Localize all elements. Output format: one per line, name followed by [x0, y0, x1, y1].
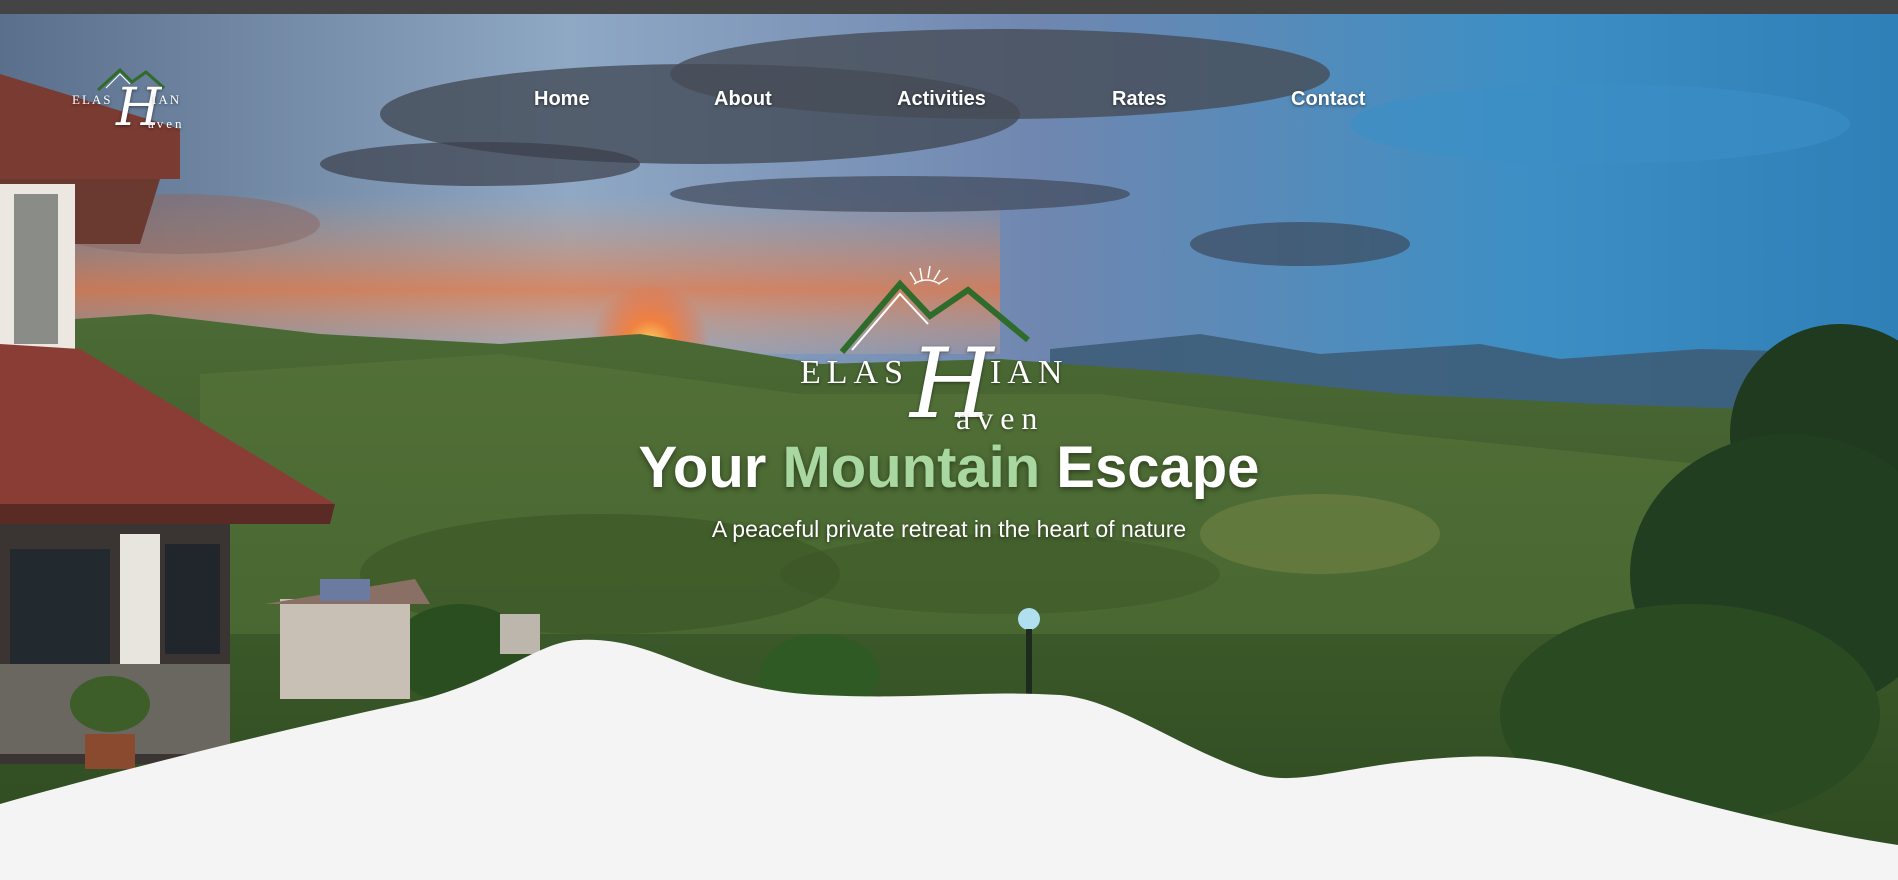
hero-tagline: A peaceful private retreat in the heart …	[711, 516, 1187, 542]
nav-activities-link[interactable]: Activities	[897, 88, 986, 111]
brand-word-ian: IAN	[990, 354, 1069, 391]
nav-rates-link[interactable]: Rates	[1112, 88, 1166, 111]
browser-top-strip	[0, 0, 1898, 14]
headline-escape: Escape	[1040, 435, 1260, 500]
center-brand-logo: ELAS H IAN aven	[790, 254, 1110, 444]
nav-home-link[interactable]: Home	[534, 88, 590, 111]
brand-word-elas: ELAS	[800, 354, 909, 391]
small-logo-word-aven: aven	[148, 116, 185, 131]
nav-contact-link[interactable]: Contact	[1291, 88, 1365, 111]
headline-your: Your	[638, 435, 783, 500]
hero-headline: Your Mountain Escape	[0, 434, 1898, 501]
nav-about-link[interactable]: About	[714, 88, 772, 111]
hero-section: ELAS H IAN aven Home About Activities Ra…	[0, 14, 1898, 880]
headline-mountain: Mountain	[782, 435, 1041, 500]
main-navigation: Home About Activities Rates Contact	[0, 88, 1898, 118]
brand-word-aven: aven	[956, 400, 1045, 436]
